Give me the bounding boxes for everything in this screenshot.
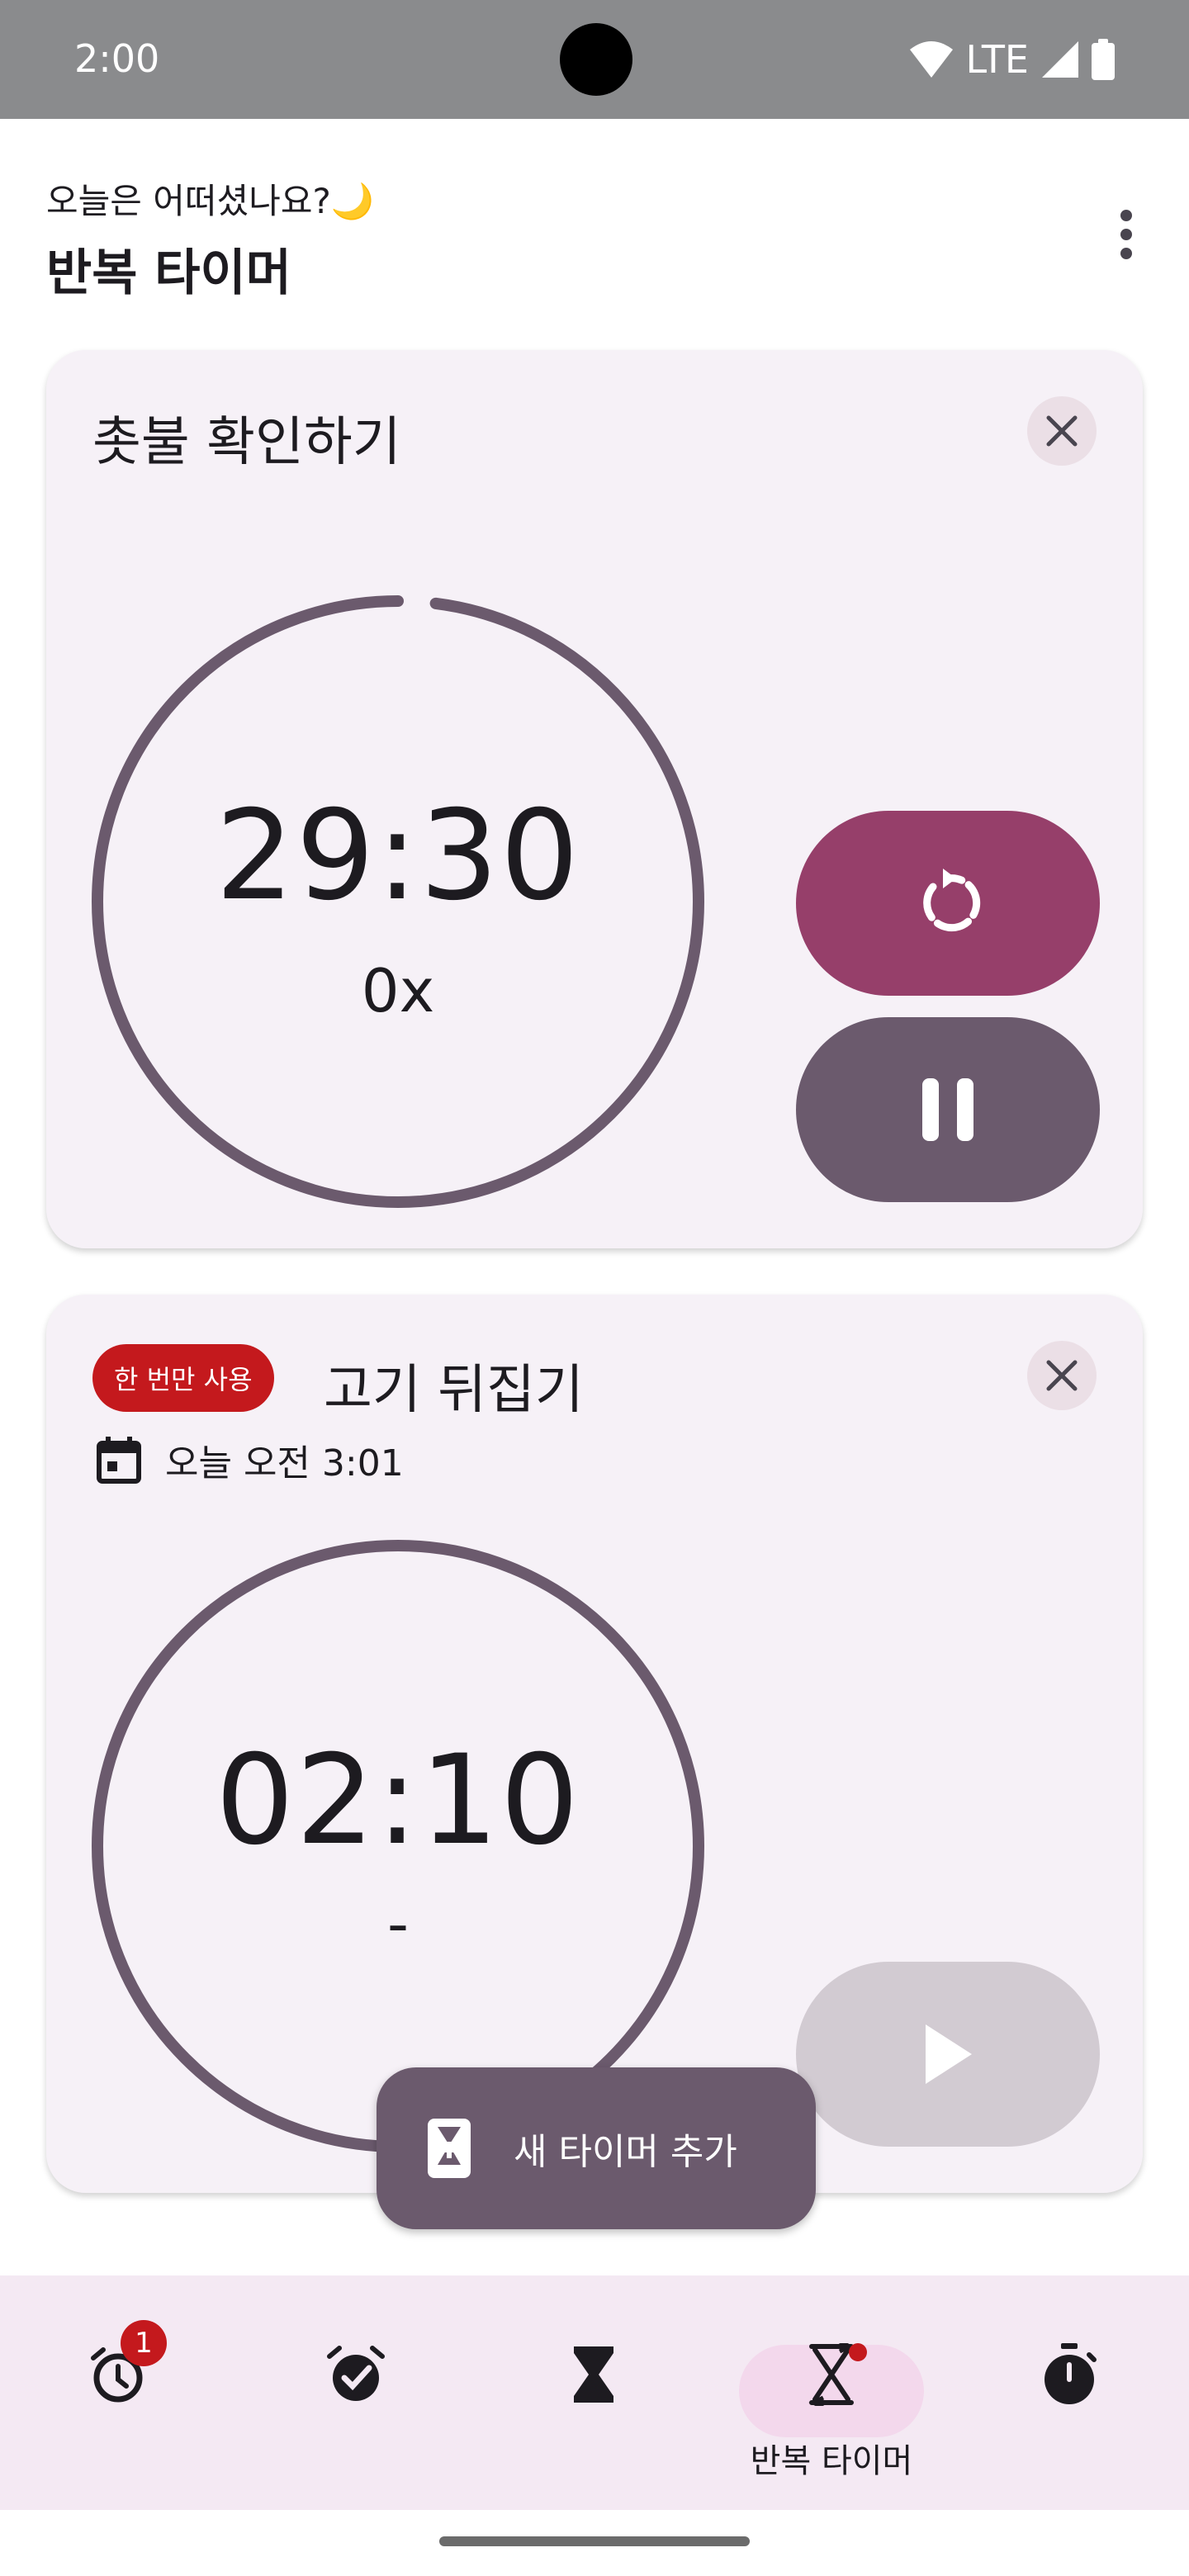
greeting-text: 오늘은 어떠셨나요?🌙 <box>46 181 375 221</box>
status-bar: 2:00 LTE <box>0 0 1189 119</box>
nav-alarm[interactable]: 1 <box>23 2308 213 2474</box>
timer-time: 02:10 <box>215 1729 581 1873</box>
delete-timer-button[interactable] <box>1027 1341 1097 1410</box>
battery-icon <box>1092 39 1115 80</box>
timer-title[interactable]: 촛불 확인하기 <box>92 400 401 476</box>
more-options-button[interactable] <box>1103 201 1149 268</box>
schedule-row: 오늘 오전 3:01 <box>96 1433 404 1486</box>
timer-title[interactable]: 고기 뒤집기 <box>324 1347 584 1423</box>
timer-card: 한 번만 사용 고기 뒤집기 오늘 오전 3:01 02:10 - <box>46 1295 1143 2193</box>
nav-timer[interactable] <box>499 2308 689 2474</box>
close-icon <box>1046 415 1078 447</box>
repeat-count: 0x <box>361 956 435 1025</box>
timer-card: 촛불 확인하기 29:30 0x <box>46 350 1143 1248</box>
play-icon <box>926 2024 972 2084</box>
reminder-check-icon <box>323 2342 389 2408</box>
pause-icon <box>922 1078 973 1141</box>
pause-button[interactable] <box>796 1017 1100 1202</box>
add-timer-label: 새 타이머 추가 <box>514 2131 737 2173</box>
schedule-date: 오늘 오전 3:01 <box>165 1442 404 1485</box>
status-time: 2:00 <box>74 36 160 81</box>
status-icons: LTE <box>908 33 1115 86</box>
camera-cutout <box>560 23 632 96</box>
signal-icon <box>1042 41 1078 78</box>
add-timer-button[interactable]: 새 타이머 추가 <box>377 2067 816 2229</box>
one-time-badge: 한 번만 사용 <box>92 1344 274 1412</box>
start-button[interactable] <box>796 1962 1100 2147</box>
nav-reminder[interactable] <box>261 2308 451 2474</box>
nav-stopwatch[interactable] <box>974 2308 1164 2474</box>
reset-icon <box>923 869 981 932</box>
page-title: 반복 타이머 <box>46 244 291 302</box>
bottom-navigation: 1 반복 타이머 <box>0 2275 1189 2510</box>
nav-label: 반복 타이머 <box>750 2442 913 2480</box>
nav-repeat-timer[interactable]: 반복 타이머 <box>737 2308 926 2480</box>
home-indicator[interactable] <box>439 2536 750 2546</box>
reset-button[interactable] <box>796 811 1100 996</box>
delete-timer-button[interactable] <box>1027 396 1097 466</box>
hourglass-icon <box>561 2342 627 2408</box>
stopwatch-icon <box>1036 2342 1102 2408</box>
alarm-count-badge: 1 <box>121 2320 167 2366</box>
notification-dot <box>849 2343 867 2361</box>
calendar-icon <box>97 1437 141 1484</box>
close-icon <box>1046 1360 1078 1391</box>
timer-time: 29:30 <box>215 784 581 928</box>
repeat-count: - <box>387 1889 409 1958</box>
network-type: LTE <box>965 37 1029 82</box>
add-hourglass-icon <box>428 2119 471 2178</box>
more-vert-icon <box>1120 210 1132 221</box>
wifi-icon <box>909 41 953 78</box>
